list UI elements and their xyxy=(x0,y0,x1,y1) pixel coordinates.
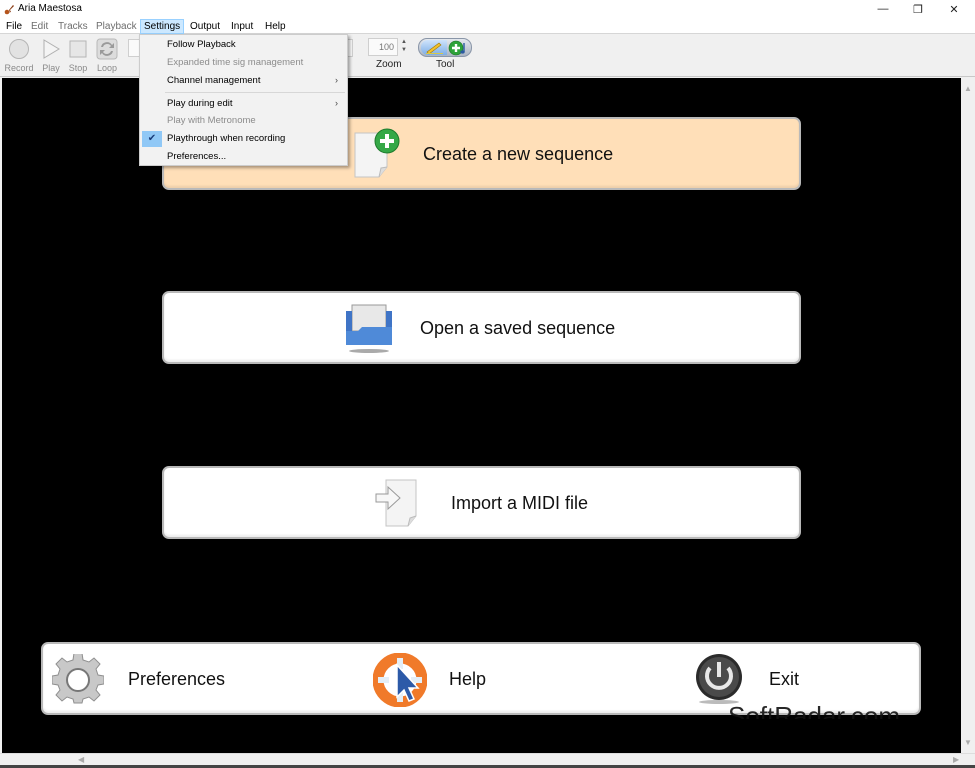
watermark-text: SoftRadar.com xyxy=(728,701,900,719)
menu-edit[interactable]: Edit xyxy=(28,19,51,34)
play-with-metronome-label: Play with Metronome xyxy=(167,115,256,126)
menu-bar: File Edit Tracks Playback Settings Outpu… xyxy=(0,18,975,34)
play-during-edit-label: Play during edit xyxy=(167,98,233,109)
import-midi-file-label: Import a MIDI file xyxy=(451,493,589,513)
loop-icon xyxy=(96,38,118,60)
zoom-label: Zoom xyxy=(376,59,402,70)
preferences-label: Preferences xyxy=(128,669,226,689)
open-folder-icon xyxy=(346,304,392,353)
submenu-arrow-icon: › xyxy=(335,98,338,108)
checkmark-icon: ✔ xyxy=(142,131,162,147)
stop-button[interactable]: Stop xyxy=(63,38,93,73)
menu-separator xyxy=(165,92,345,93)
menu-item-expanded-time-sig[interactable]: Expanded time sig management xyxy=(140,54,347,71)
minimize-icon: — xyxy=(877,3,889,15)
minimize-button[interactable]: — xyxy=(864,0,902,18)
add-note-tool-icon[interactable] xyxy=(448,40,470,56)
violin-app-icon xyxy=(4,5,14,15)
restore-icon: ❐ xyxy=(913,3,923,16)
tool-label: Tool xyxy=(436,59,455,70)
help-label: Help xyxy=(449,669,487,689)
record-button[interactable]: Record xyxy=(4,38,34,73)
zoom-spinner[interactable]: ▲ ▼ xyxy=(399,38,409,56)
loop-button[interactable]: Loop xyxy=(92,38,122,73)
pencil-tool-button[interactable] xyxy=(421,40,447,55)
window-title: Aria Maestosa xyxy=(18,3,82,14)
power-icon xyxy=(696,654,742,704)
welcome-canvas: Create a new sequence Open a saved seque… xyxy=(2,78,961,753)
menu-item-preferences[interactable]: Preferences... xyxy=(140,148,347,165)
stop-icon xyxy=(69,40,87,58)
record-label: Record xyxy=(4,63,34,73)
new-document-icon xyxy=(354,128,400,178)
follow-playback-label: Follow Playback xyxy=(167,39,236,50)
menu-playback[interactable]: Playback xyxy=(93,19,140,34)
preferences-button[interactable]: Preferences xyxy=(43,644,333,713)
play-button[interactable]: Play xyxy=(36,38,66,73)
channel-management-label: Channel management xyxy=(167,75,261,86)
import-midi-file-button[interactable]: Import a MIDI file xyxy=(162,466,801,539)
settings-dropdown-menu: Follow Playback Expanded time sig manage… xyxy=(139,34,348,166)
scroll-right-icon[interactable]: ▶ xyxy=(953,755,959,764)
record-icon xyxy=(9,39,29,59)
stop-label: Stop xyxy=(68,63,88,73)
menu-help[interactable]: Help xyxy=(262,19,289,34)
restore-button[interactable]: ❐ xyxy=(899,0,937,18)
gear-icon xyxy=(52,654,104,704)
play-icon xyxy=(43,39,60,59)
vertical-scrollbar[interactable]: ▲ ▼ xyxy=(961,78,975,753)
exit-label: Exit xyxy=(769,669,800,689)
title-bar: Aria Maestosa — ❐ ✕ xyxy=(0,0,975,18)
menu-settings[interactable]: Settings xyxy=(140,19,185,34)
submenu-arrow-icon: › xyxy=(335,75,338,85)
zoom-input[interactable]: 100 xyxy=(368,38,398,56)
play-label: Play xyxy=(42,63,60,73)
scroll-up-icon[interactable]: ▲ xyxy=(964,84,972,93)
lifebuoy-help-icon xyxy=(373,653,427,707)
preferences-menu-label: Preferences... xyxy=(167,151,227,162)
menu-input[interactable]: Input xyxy=(228,19,256,34)
close-icon: ✕ xyxy=(949,3,959,16)
scroll-down-icon[interactable]: ▼ xyxy=(964,738,972,747)
menu-item-channel-management[interactable]: Channel management › xyxy=(140,72,347,89)
menu-file[interactable]: File xyxy=(3,19,25,34)
menu-item-playthrough-when-recording[interactable]: ✔ Playthrough when recording xyxy=(140,130,347,147)
menu-item-play-with-metronome[interactable]: Play with Metronome xyxy=(140,112,347,129)
open-saved-sequence-button[interactable]: Open a saved sequence xyxy=(162,291,801,364)
scroll-left-icon[interactable]: ◀ xyxy=(78,755,84,764)
close-button[interactable]: ✕ xyxy=(935,0,973,18)
menu-tracks[interactable]: Tracks xyxy=(55,19,91,34)
menu-item-play-during-edit[interactable]: Play during edit › xyxy=(140,95,347,112)
playthrough-when-recording-label: Playthrough when recording xyxy=(167,133,286,144)
create-new-sequence-label: Create a new sequence xyxy=(423,144,614,164)
spin-down-icon[interactable]: ▼ xyxy=(399,46,409,54)
menu-output[interactable]: Output xyxy=(187,19,223,34)
help-button[interactable]: Help xyxy=(363,644,653,713)
expanded-time-sig-label: Expanded time sig management xyxy=(167,57,304,68)
open-saved-sequence-label: Open a saved sequence xyxy=(420,318,616,338)
import-file-icon xyxy=(375,479,417,527)
menu-item-follow-playback[interactable]: Follow Playback xyxy=(140,36,347,53)
pencil-icon xyxy=(426,42,443,55)
tool-selector[interactable] xyxy=(418,38,472,57)
loop-label: Loop xyxy=(96,63,118,73)
horizontal-scrollbar[interactable]: ◀ ▶ xyxy=(0,753,975,765)
spin-up-icon[interactable]: ▲ xyxy=(399,38,409,46)
